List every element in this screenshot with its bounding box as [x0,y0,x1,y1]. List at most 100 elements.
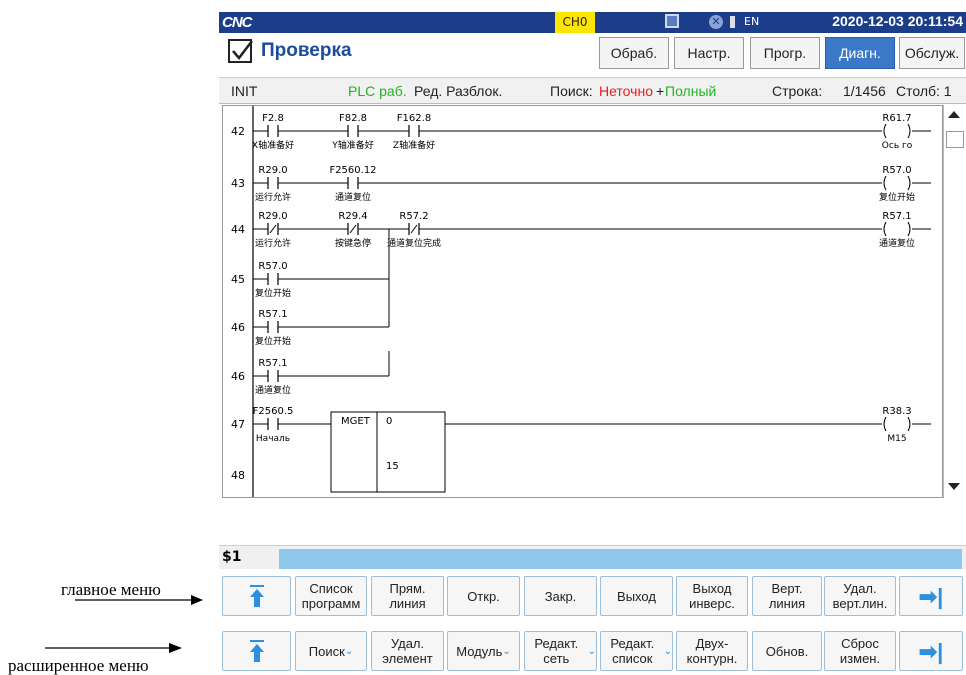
mode-label: INIT [231,83,258,99]
contact-address: F2560.12 [329,165,376,176]
plc-status: PLC раб. [348,83,407,99]
contact-label: 复位开始 [255,287,291,299]
cnc-logo: CNC [222,14,252,31]
ext-refresh[interactable]: Обнов. [752,631,822,671]
ext-menu-arrow [45,640,185,654]
menu-output-inverse[interactable]: Выход инверс. [676,576,748,616]
ext-edit-list[interactable]: Редакт. список ⌄ [600,631,673,671]
ladder-diagram[interactable]: 42 F2.8 X轴准备好 F82.8 Y轴准备好 F162.8 Z轴准备好 R61.7 Ось… [222,105,943,498]
ext-edit-list-label: Редакт. список [610,636,655,666]
menu-vertical-line[interactable]: Верт. линия [752,576,822,616]
contact-address: R57.1 [258,358,287,369]
coil-right [907,416,911,432]
coil-right [907,175,911,191]
chevron-down-icon: ⌄ [344,645,354,657]
contact-address: F2560.5 [253,406,294,417]
coil-right [907,221,911,237]
search-plus: + [656,83,665,99]
rung-number: 44 [231,223,245,236]
menu-next-button[interactable]: ➡| [899,576,963,616]
search-fuzzy: Неточно [599,83,653,99]
rung-number: 47 [231,418,245,431]
coil-address: R61.7 [882,113,911,124]
tab-diagn[interactable]: Диагн. [825,37,895,69]
rung-number: 46 [231,370,245,383]
rung-number: 42 [231,125,245,138]
ext-module-label: Модуль [456,643,503,659]
rung-number: 43 [231,177,245,190]
main-menu: Список программ Прям. линия Откр. Закр. … [219,572,966,620]
menu-straight-line[interactable]: Прям. линия [371,576,444,616]
coil-left [883,175,887,191]
ext-module[interactable]: Модуль ⌄ [447,631,520,671]
ext-reset-changes[interactable]: Сброс измен. [824,631,896,671]
edit-status: Ред. Разблок. [414,83,503,99]
ext-dual-loop[interactable]: Двух- контурн. [676,631,748,671]
checkbox-icon [228,39,253,63]
row-label: Строка: [772,83,823,99]
contact-address: R29.0 [258,211,287,222]
chevron-down-icon: ⌄ [663,645,672,657]
menu-up-button[interactable] [222,576,291,616]
arrow-up-bar-icon [249,639,265,663]
ladder-scrollbar[interactable] [943,105,965,498]
coil-right [907,123,911,139]
ext-menu-annotation: расширенное меню [8,656,149,675]
ext-delete-element[interactable]: Удал. элемент [371,631,444,671]
ladder-canvas[interactable]: 42 F2.8 X轴准备好 F82.8 Y轴准备好 F162.8 Z轴准备好 R61.7 Ось… [223,106,943,498]
scroll-up-icon[interactable] [948,111,960,118]
ext-edit-network[interactable]: Редакт. сеть ⌄ [524,631,597,671]
ext-search[interactable]: Поиск ⌄ [295,631,367,671]
contact-label: 运行允许 [255,237,291,249]
contact-label: X轴准备好 [252,139,294,151]
coil-label: 复位开始 [879,191,915,203]
ext-up-button[interactable] [222,631,291,671]
contact-label: 通道复位完成 [387,237,441,249]
coil-label: Ось го [882,141,913,151]
command-line[interactable]: $1 [219,545,966,569]
menu-open[interactable]: Откр. [447,576,520,616]
coil-address: R57.1 [882,211,911,222]
contact-address: R29.0 [258,165,287,176]
ext-edit-network-label: Редакт. сеть [534,636,579,666]
close-icon[interactable]: ✕ [709,15,723,29]
language-indicator[interactable]: EN [744,15,759,28]
function-block-param: 15 [386,461,399,472]
coil-address: R57.0 [882,165,911,176]
menu-output[interactable]: Выход [600,576,673,616]
tab-progr[interactable]: Прогр. [750,37,820,69]
scroll-down-icon[interactable] [948,483,960,490]
ext-next-button[interactable]: ➡| [899,631,963,671]
tab-obrab[interactable]: Обраб. [599,37,669,69]
menu-program-list[interactable]: Список программ [295,576,367,616]
contact-address: R57.0 [258,261,287,272]
scroll-thumb[interactable] [946,131,964,148]
tab-nastr[interactable]: Настр. [674,37,744,69]
coil-left [883,416,887,432]
menu-delete-vertical[interactable]: Удал. верт.лин. [824,576,896,616]
rung-number: 46 [231,321,245,334]
contact-address: R29.4 [338,211,367,222]
status-bar: INIT PLC раб. Ред. Разблок. Поиск: Неточ… [219,77,966,104]
command-input[interactable] [279,549,962,569]
contact-address: R57.1 [258,309,287,320]
menu-close[interactable]: Закр. [524,576,597,616]
coil-left [883,123,887,139]
contact-label: Y轴准备好 [331,139,374,151]
network-icon [665,14,679,28]
coil-address: R38.3 [882,406,911,417]
command-prompt: $1 [222,549,242,565]
datetime: 2020-12-03 20:11:54 [832,13,963,29]
title-bar: CNC CH0 ✕ EN 2020-12-03 20:11:54 [219,12,966,33]
contact-label: 通道复位 [335,191,371,203]
coil-label: 通道复位 [879,237,915,249]
contact-address: F162.8 [397,113,431,124]
column-label: Столб: 1 [896,83,952,99]
channel-indicator[interactable]: CH0 [555,12,595,33]
chevron-down-icon: ⌄ [587,645,596,657]
search-full: Полный [665,83,717,99]
keyboard-icon [730,16,735,28]
contact-label: 通道复位 [255,384,291,396]
tab-obsluzh[interactable]: Обслуж. [899,37,965,69]
contact-nc-slash [410,224,418,234]
